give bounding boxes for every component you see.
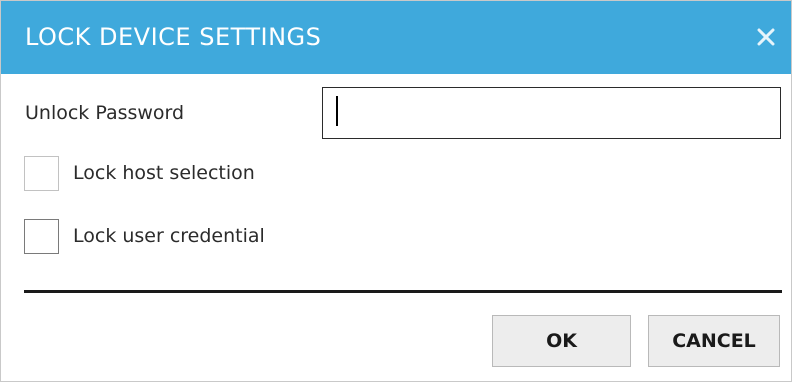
lock-host-selection-label[interactable]: Lock host selection xyxy=(73,162,255,184)
lock-device-settings-dialog: LOCK DEVICE SETTINGS Unlock Password Loc… xyxy=(0,0,792,382)
dialog-title: LOCK DEVICE SETTINGS xyxy=(25,23,322,51)
text-caret xyxy=(336,96,338,126)
divider xyxy=(24,290,782,293)
lock-user-credential-checkbox[interactable] xyxy=(24,219,59,254)
unlock-password-label: Unlock Password xyxy=(25,102,185,124)
unlock-password-input[interactable] xyxy=(322,87,781,139)
close-icon[interactable] xyxy=(755,26,777,48)
title-bar: LOCK DEVICE SETTINGS xyxy=(1,1,791,74)
cancel-button[interactable]: CANCEL xyxy=(648,315,780,367)
lock-host-selection-checkbox[interactable] xyxy=(24,156,59,191)
ok-button[interactable]: OK xyxy=(492,315,631,367)
lock-user-credential-label[interactable]: Lock user credential xyxy=(73,225,265,247)
